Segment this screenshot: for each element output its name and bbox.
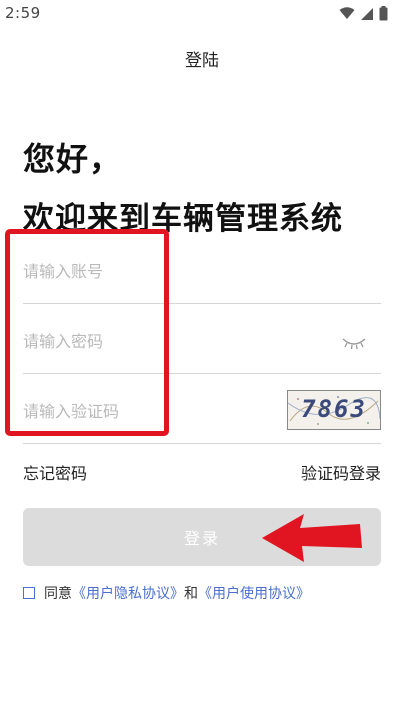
agreement-prefix: 同意: [44, 586, 72, 602]
privacy-agreement-link[interactable]: 《用户隐私协议》: [72, 583, 184, 603]
greeting-hello: 您好，: [23, 140, 123, 178]
password-input[interactable]: [23, 313, 273, 369]
forgot-password-link[interactable]: 忘记密码: [23, 460, 87, 484]
wifi-icon: [339, 7, 355, 19]
password-field: [23, 313, 381, 374]
account-input[interactable]: [23, 243, 273, 299]
status-bar: 2:59: [0, 0, 404, 30]
status-icons: [339, 6, 388, 21]
login-button[interactable]: 登录: [23, 508, 381, 566]
captcha-field: 7863: [23, 383, 381, 444]
account-field: [23, 243, 381, 304]
captcha-code: 7863: [301, 395, 367, 423]
captcha-input[interactable]: [23, 383, 273, 439]
page-title: 登陆: [185, 51, 219, 71]
signal-icon: [361, 7, 373, 20]
agree-checkbox[interactable]: [23, 587, 35, 599]
eye-closed-icon[interactable]: [339, 333, 369, 353]
usage-agreement-link[interactable]: 《用户使用协议》: [198, 583, 310, 603]
agreement-row: 同意 《用户隐私协议》 和 《用户使用协议》: [23, 583, 310, 603]
battery-icon: [379, 6, 388, 21]
status-time: 2:59: [5, 4, 41, 22]
captcha-image[interactable]: 7863: [287, 390, 381, 430]
greeting-welcome: 欢迎来到车辆管理系统: [23, 201, 343, 237]
agreement-conjunction: 和: [184, 586, 198, 602]
code-login-link[interactable]: 验证码登录: [301, 460, 381, 484]
